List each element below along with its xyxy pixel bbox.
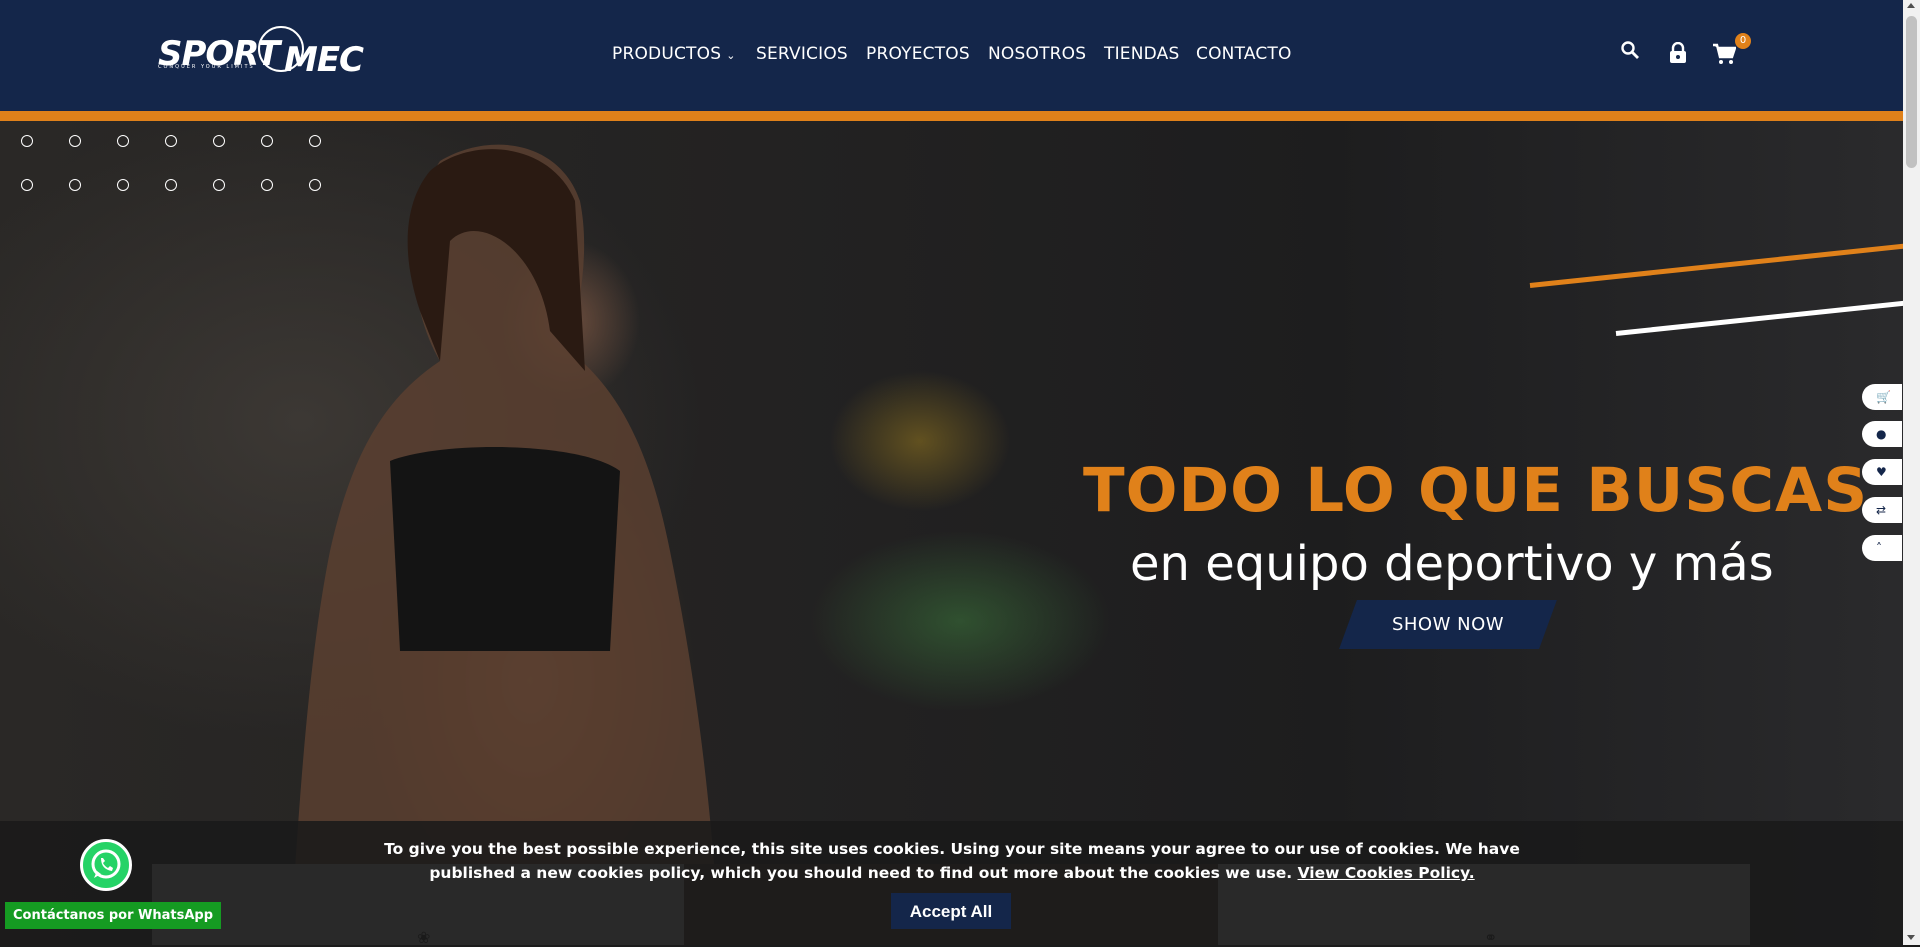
scroll-up-arrow-icon[interactable] (1907, 3, 1915, 8)
dot (69, 179, 81, 191)
whatsapp-icon[interactable] (80, 839, 132, 891)
dot (117, 179, 129, 191)
search-icon[interactable] (1620, 40, 1640, 64)
site-header: SPORT MEC CONQUER YOUR LIMITS PRODUCTOS ⌄… (0, 0, 1903, 111)
scrollbar-thumb[interactable] (1906, 16, 1917, 168)
nav-tiendas[interactable]: TIENDAS (1104, 44, 1179, 64)
side-chevron-up-icon[interactable]: ˄ (1862, 535, 1902, 561)
dot (309, 135, 321, 147)
cookie-policy-link[interactable]: View Cookies Policy. (1298, 864, 1475, 882)
header-accent-stripe (0, 111, 1903, 121)
nav-productos-label: PRODUCTOS (612, 44, 722, 64)
decorative-white-line (1615, 297, 1903, 336)
dot (261, 135, 273, 147)
dot (117, 135, 129, 147)
side-user-icon[interactable]: ● (1862, 421, 1902, 447)
dot (213, 179, 225, 191)
logo-word-mec: MEC (284, 40, 364, 80)
accept-all-button[interactable]: Accept All (891, 893, 1011, 929)
dot (309, 179, 321, 191)
lock-icon[interactable] (1669, 41, 1687, 67)
dot (165, 179, 177, 191)
side-compare-icon[interactable]: ⇄ (1862, 497, 1902, 523)
side-heart-icon[interactable]: ♥ (1862, 459, 1902, 485)
side-cart-icon[interactable]: 🛒 (1862, 384, 1902, 410)
cart-count-badge: 0 (1735, 33, 1751, 49)
nav-productos[interactable]: PRODUCTOS ⌄ (612, 44, 736, 64)
cookie-text-block: To give you the best possible experience… (372, 837, 1532, 885)
dot (261, 179, 273, 191)
decorative-orange-line (1529, 239, 1903, 288)
dot (69, 135, 81, 147)
hero-headline: TODO LO QUE BUSCAS (1083, 455, 1869, 526)
sportmec-logo[interactable]: SPORT MEC CONQUER YOUR LIMITS (156, 24, 396, 84)
dot (21, 179, 33, 191)
nav-proyectos[interactable]: PROYECTOS (866, 44, 970, 64)
dot (165, 135, 177, 147)
whatsapp-contact-button[interactable]: Contáctanos por WhatsApp (5, 902, 222, 929)
nav-servicios[interactable]: SERVICIOS (756, 44, 848, 64)
show-now-button[interactable]: SHOW NOW (1348, 614, 1548, 635)
cart-icon[interactable] (1712, 43, 1737, 69)
nav-contacto[interactable]: CONTACTO (1196, 44, 1292, 64)
chevron-down-icon: ⌄ (726, 49, 736, 62)
scroll-down-arrow-icon[interactable] (1907, 935, 1915, 940)
dot (21, 135, 33, 147)
dot (213, 135, 225, 147)
hero-subline: en equipo deportivo y más (1130, 536, 1774, 592)
logo-tagline: CONQUER YOUR LIMITS (158, 64, 255, 70)
nav-nosotros[interactable]: NOSOTROS (988, 44, 1086, 64)
